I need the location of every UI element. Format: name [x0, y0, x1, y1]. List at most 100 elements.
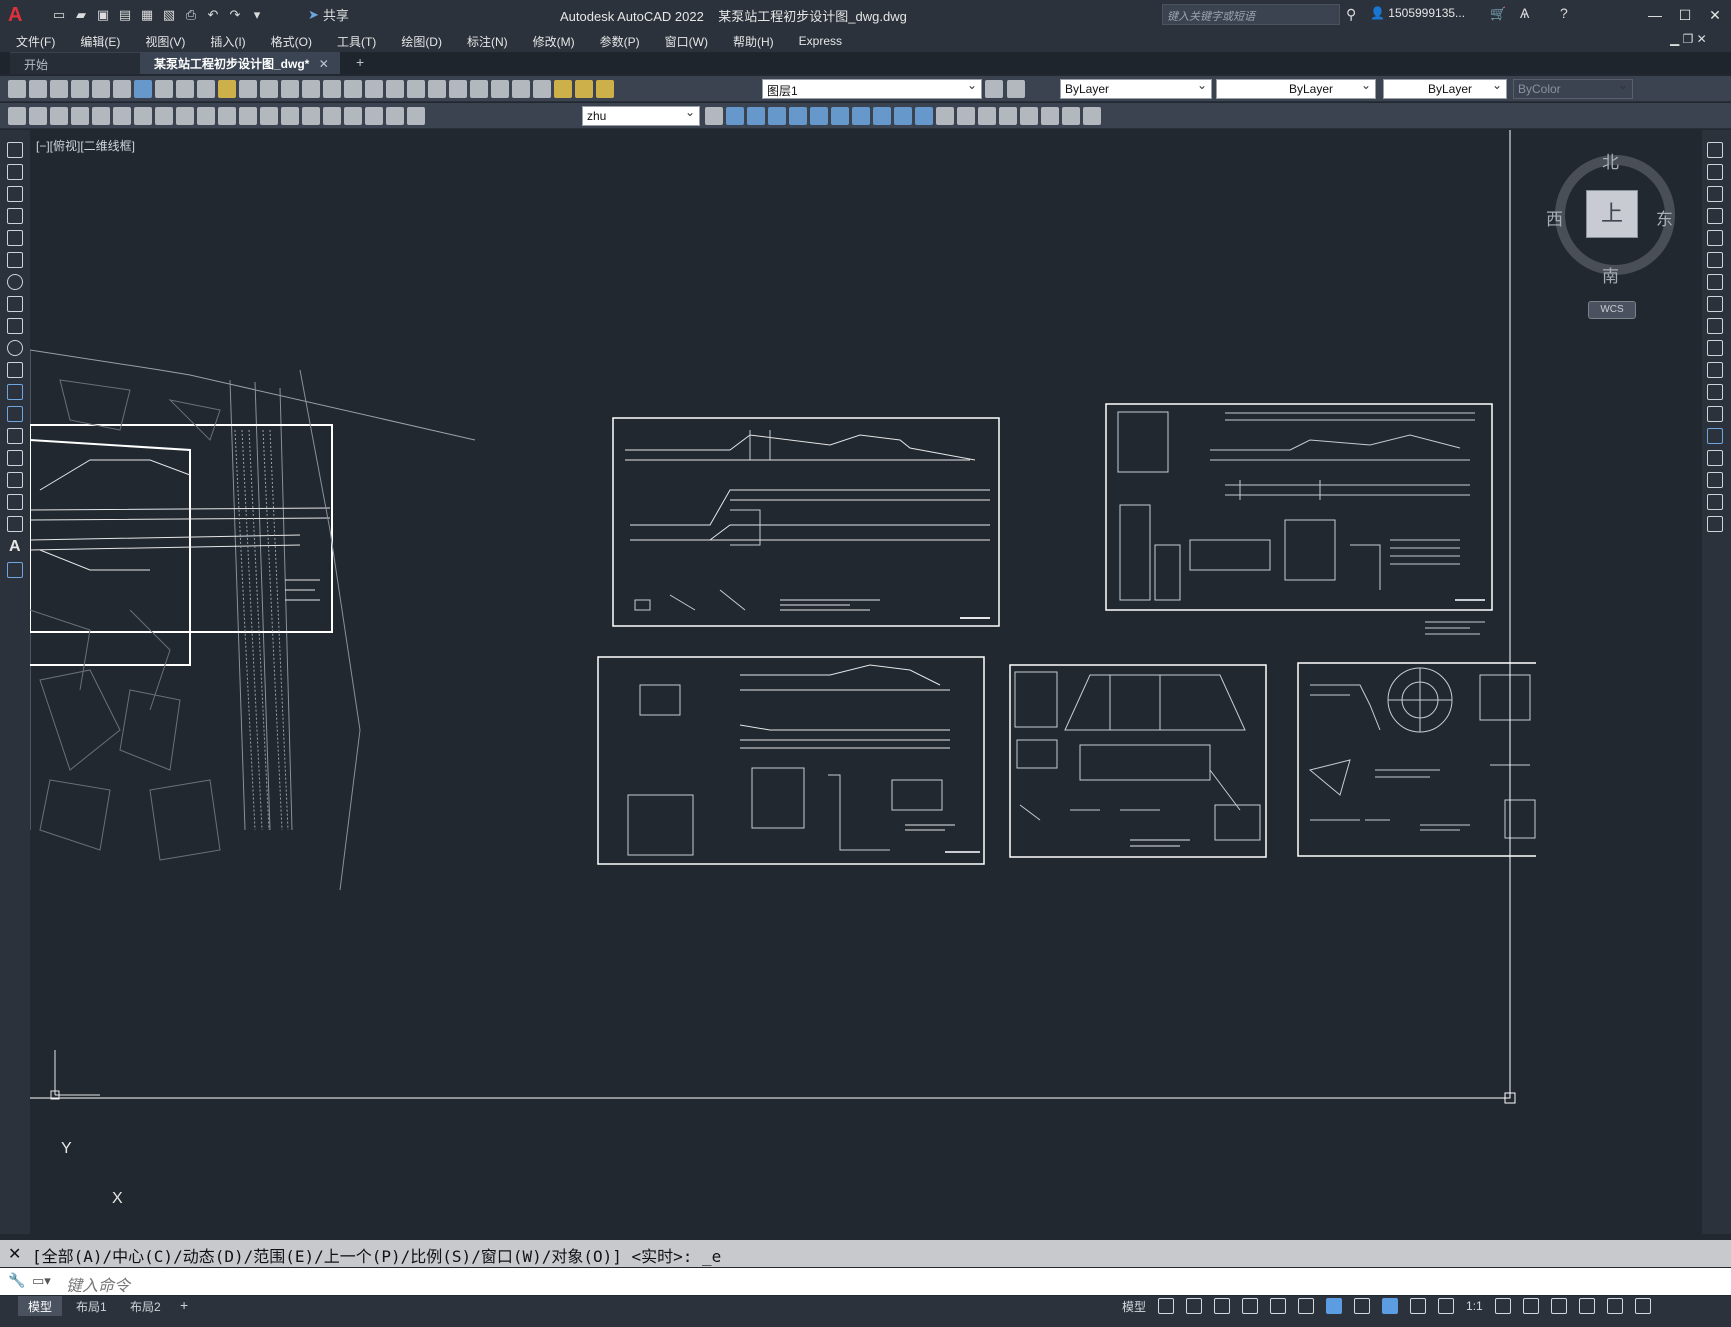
menu-dimension[interactable]: 标注(N) — [467, 33, 508, 50]
send-under-icon[interactable] — [873, 107, 891, 125]
new-file-icon[interactable]: ▭ — [50, 6, 68, 24]
layer-dropdown[interactable]: 图层1 — [762, 79, 982, 99]
layer-manager-icon[interactable] — [533, 80, 551, 98]
block-editor-icon[interactable] — [239, 80, 257, 98]
construction-line-icon[interactable] — [7, 164, 23, 180]
zoom-previous-icon[interactable] — [365, 80, 383, 98]
dim-arc-icon[interactable] — [50, 107, 68, 125]
viewport-controls[interactable]: [−][俯视][二维线框] — [36, 137, 135, 154]
cart-icon[interactable]: 🛒 — [1490, 6, 1506, 22]
erase-icon[interactable] — [1707, 142, 1723, 158]
mirror-icon[interactable] — [1707, 186, 1723, 202]
customize-qat-icon[interactable]: ▾ — [248, 6, 266, 24]
menu-view[interactable]: 视图(V) — [145, 33, 185, 50]
color-dropdown[interactable]: ByLayer — [1060, 79, 1212, 99]
tab-drawing[interactable]: 某泵站工程初步设计图_dwg* ✕ — [140, 52, 340, 74]
preview-icon[interactable] — [92, 80, 110, 98]
customize-command-icon[interactable]: 🔧 — [8, 1272, 25, 1289]
dim-aligned-icon[interactable] — [29, 107, 47, 125]
point-icon[interactable] — [7, 428, 23, 444]
extend-icon[interactable] — [1707, 362, 1723, 378]
tool-palettes-icon[interactable] — [428, 80, 446, 98]
revcloud-icon[interactable] — [978, 107, 996, 125]
dim-continue-icon[interactable] — [218, 107, 236, 125]
array-icon[interactable] — [1707, 230, 1723, 246]
viewcube-west[interactable]: 西 — [1546, 205, 1563, 230]
rectangle-icon[interactable] — [7, 230, 23, 246]
help-tb-icon[interactable] — [512, 80, 530, 98]
markup-icon[interactable] — [470, 80, 488, 98]
calculator-icon[interactable] — [491, 80, 509, 98]
annotation-visibility-icon[interactable] — [1382, 1298, 1399, 1314]
autodesk-app-icon[interactable]: Ѧ — [1520, 5, 1529, 21]
chamfer-icon[interactable] — [1707, 450, 1723, 466]
open-file-icon[interactable]: ▰ — [72, 6, 90, 24]
explode-icon[interactable] — [1707, 516, 1723, 532]
share-button[interactable]: ➤ 共享 — [308, 5, 349, 24]
isolate-objects-icon[interactable] — [1578, 1298, 1595, 1314]
auto-scale-icon[interactable] — [1410, 1298, 1427, 1314]
area-icon[interactable] — [1020, 107, 1038, 125]
undo-tb-icon[interactable] — [260, 80, 278, 98]
viewcube-south[interactable]: 南 — [1602, 262, 1619, 287]
menu-window[interactable]: 窗口(W) — [665, 33, 708, 50]
stretch-icon[interactable] — [1707, 318, 1723, 334]
dim-edit-icon[interactable] — [365, 107, 383, 125]
help-icon[interactable]: ? — [1560, 5, 1568, 21]
add-selected-icon[interactable] — [7, 562, 23, 578]
group-icon[interactable] — [726, 107, 744, 125]
text-style-dropdown[interactable]: zhu — [582, 106, 700, 126]
snap-icon[interactable] — [1186, 1298, 1203, 1314]
lineweight-dropdown[interactable]: ByLayer — [1383, 79, 1507, 99]
copy-icon[interactable] — [176, 80, 194, 98]
qnew-icon[interactable] — [8, 80, 26, 98]
send-back-icon[interactable] — [831, 107, 849, 125]
insert-block-icon[interactable] — [7, 384, 23, 400]
save-as-icon[interactable]: ▤ — [116, 6, 134, 24]
inspection-icon[interactable] — [323, 107, 341, 125]
customization-menu-icon[interactable] — [1634, 1298, 1651, 1314]
layout-tab-1[interactable]: 布局1 — [66, 1296, 117, 1316]
viewcube-east[interactable]: 东 — [1656, 205, 1673, 230]
hatch-icon[interactable] — [7, 450, 23, 466]
plot-icon[interactable]: ⎙ — [182, 6, 200, 24]
isodraft-icon[interactable] — [1270, 1298, 1287, 1314]
minimize-button[interactable]: — — [1640, 4, 1670, 26]
object-snap-tracking-icon[interactable] — [1298, 1298, 1315, 1314]
dim-space-icon[interactable] — [239, 107, 257, 125]
region-icon[interactable] — [936, 107, 954, 125]
annotation-scale[interactable]: 1:1 — [1466, 1299, 1483, 1313]
save-tb-icon[interactable] — [50, 80, 68, 98]
doc-minimize-icon[interactable]: ▁ ❐ ✕ — [1670, 32, 1707, 46]
tolerance-icon[interactable] — [281, 107, 299, 125]
mtext-icon[interactable]: A — [9, 538, 21, 556]
command-input[interactable]: 键入命令 — [0, 1268, 1731, 1295]
close-button[interactable]: ✕ — [1700, 4, 1730, 26]
dim-ordinate-icon[interactable] — [71, 107, 89, 125]
ungroup-icon[interactable] — [747, 107, 765, 125]
ortho-icon[interactable] — [1214, 1298, 1231, 1314]
3d-print-icon[interactable] — [134, 80, 152, 98]
make-block-icon[interactable] — [7, 406, 23, 422]
redo-icon[interactable]: ↷ — [226, 6, 244, 24]
drawing-canvas[interactable] — [30, 130, 1702, 1234]
text-front-icon[interactable] — [894, 107, 912, 125]
rotate-icon[interactable] — [1707, 274, 1723, 290]
close-command-icon[interactable]: ✕ — [8, 1244, 21, 1264]
ellipse-icon[interactable] — [7, 340, 23, 356]
menu-modify[interactable]: 修改(M) — [533, 33, 575, 50]
make-current-layer-icon[interactable] — [985, 80, 1003, 98]
massprop-icon[interactable] — [1083, 107, 1101, 125]
menu-edit[interactable]: 编辑(E) — [80, 33, 120, 50]
new-tab-button[interactable]: + — [356, 54, 364, 70]
offset-icon[interactable] — [1707, 208, 1723, 224]
blend-curves-icon[interactable] — [1707, 494, 1723, 510]
dim-angular-icon[interactable] — [155, 107, 173, 125]
ellipse-arc-icon[interactable] — [7, 362, 23, 378]
properties-icon[interactable] — [386, 80, 404, 98]
workspace-gear-icon[interactable] — [1494, 1298, 1511, 1314]
menu-insert[interactable]: 插入(I) — [210, 33, 245, 50]
layout-tab-2[interactable]: 布局2 — [120, 1296, 171, 1316]
grid-icon[interactable] — [1158, 1298, 1175, 1314]
redo-tb-icon[interactable] — [281, 80, 299, 98]
